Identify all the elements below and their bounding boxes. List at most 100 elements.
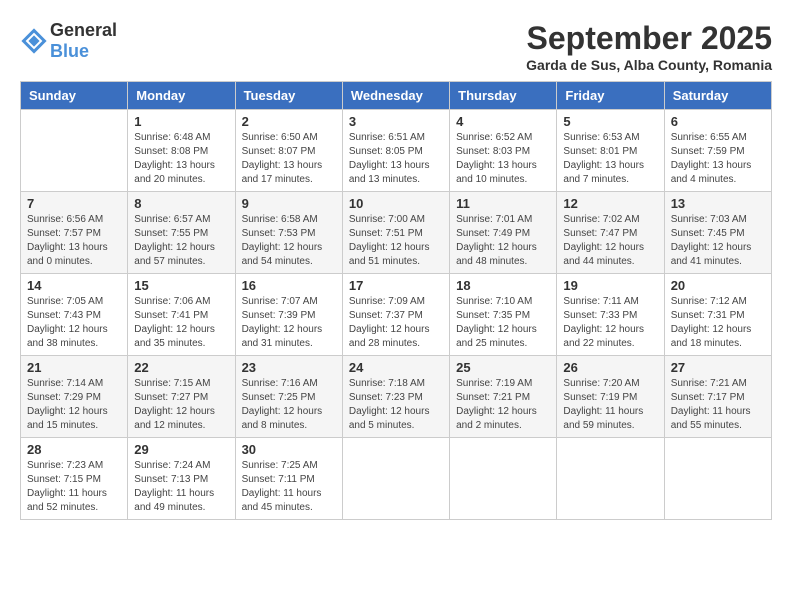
- day-info: Sunrise: 6:53 AMSunset: 8:01 PMDaylight:…: [563, 131, 657, 187]
- calendar-cell: 26 Sunrise: 7:20 AMSunset: 7:19 PMDayligh…: [557, 356, 664, 438]
- calendar-cell: 1 Sunrise: 6:48 AMSunset: 8:08 PMDaylight…: [128, 110, 235, 192]
- day-info: Sunrise: 7:18 AMSunset: 7:23 PMDaylight:…: [349, 377, 443, 433]
- day-number: 2: [242, 114, 336, 129]
- weekday-header-thursday: Thursday: [450, 82, 557, 110]
- day-number: 5: [563, 114, 657, 129]
- weekday-header-monday: Monday: [128, 82, 235, 110]
- day-number: 24: [349, 360, 443, 375]
- day-number: 3: [349, 114, 443, 129]
- logo: General Blue: [20, 20, 117, 62]
- day-info: Sunrise: 7:25 AMSunset: 7:11 PMDaylight:…: [242, 459, 336, 515]
- calendar-week-2: 7Sunrise: 6:56 AMSunset: 7:57 PMDaylight…: [21, 192, 772, 274]
- day-info: Sunrise: 6:57 AMSunset: 7:55 PMDaylight:…: [134, 213, 228, 269]
- calendar-header-row: SundayMondayTuesdayWednesdayThursdayFrid…: [21, 82, 772, 110]
- day-info: Sunrise: 6:48 AMSunset: 8:08 PMDaylight:…: [134, 131, 228, 187]
- calendar-cell: 16 Sunrise: 7:07 AMSunset: 7:39 PMDayligh…: [235, 274, 342, 356]
- calendar-cell: 10 Sunrise: 7:00 AMSunset: 7:51 PMDayligh…: [342, 192, 449, 274]
- day-info: Sunrise: 7:11 AMSunset: 7:33 PMDaylight:…: [563, 295, 657, 351]
- day-number: 21: [27, 360, 121, 375]
- day-info: Sunrise: 7:23 AMSunset: 7:15 PMDaylight:…: [27, 459, 121, 515]
- calendar-cell: [21, 110, 128, 192]
- calendar-cell: 4 Sunrise: 6:52 AMSunset: 8:03 PMDaylight…: [450, 110, 557, 192]
- day-number: 14: [27, 278, 121, 293]
- calendar-cell: 28 Sunrise: 7:23 AMSunset: 7:15 PMDayligh…: [21, 438, 128, 520]
- day-number: 16: [242, 278, 336, 293]
- day-info: Sunrise: 6:50 AMSunset: 8:07 PMDaylight:…: [242, 131, 336, 187]
- day-info: Sunrise: 7:05 AMSunset: 7:43 PMDaylight:…: [27, 295, 121, 351]
- day-info: Sunrise: 7:06 AMSunset: 7:41 PMDaylight:…: [134, 295, 228, 351]
- calendar-cell: 11 Sunrise: 7:01 AMSunset: 7:49 PMDayligh…: [450, 192, 557, 274]
- day-number: 25: [456, 360, 550, 375]
- day-number: 28: [27, 442, 121, 457]
- day-number: 12: [563, 196, 657, 211]
- calendar-cell: 27 Sunrise: 7:21 AMSunset: 7:17 PMDayligh…: [664, 356, 771, 438]
- calendar-week-5: 28 Sunrise: 7:23 AMSunset: 7:15 PMDayligh…: [21, 438, 772, 520]
- day-number: 23: [242, 360, 336, 375]
- day-info: Sunrise: 7:07 AMSunset: 7:39 PMDaylight:…: [242, 295, 336, 351]
- calendar-week-1: 1 Sunrise: 6:48 AMSunset: 8:08 PMDaylight…: [21, 110, 772, 192]
- calendar-cell: [557, 438, 664, 520]
- calendar-cell: 24 Sunrise: 7:18 AMSunset: 7:23 PMDayligh…: [342, 356, 449, 438]
- calendar-cell: 15 Sunrise: 7:06 AMSunset: 7:41 PMDayligh…: [128, 274, 235, 356]
- day-info: Sunrise: 6:55 AMSunset: 7:59 PMDaylight:…: [671, 131, 765, 187]
- weekday-header-friday: Friday: [557, 82, 664, 110]
- calendar-week-3: 14 Sunrise: 7:05 AMSunset: 7:43 PMDayligh…: [21, 274, 772, 356]
- calendar-cell: [450, 438, 557, 520]
- calendar-cell: 21 Sunrise: 7:14 AMSunset: 7:29 PMDayligh…: [21, 356, 128, 438]
- weekday-header-wednesday: Wednesday: [342, 82, 449, 110]
- weekday-header-tuesday: Tuesday: [235, 82, 342, 110]
- day-info: Sunrise: 6:56 AMSunset: 7:57 PMDaylight:…: [27, 213, 121, 269]
- day-info: Sunrise: 7:12 AMSunset: 7:31 PMDaylight:…: [671, 295, 765, 351]
- day-number: 30: [242, 442, 336, 457]
- day-info: Sunrise: 6:51 AMSunset: 8:05 PMDaylight:…: [349, 131, 443, 187]
- day-info: Sunrise: 7:00 AMSunset: 7:51 PMDaylight:…: [349, 213, 443, 269]
- day-info: Sunrise: 7:21 AMSunset: 7:17 PMDaylight:…: [671, 377, 765, 433]
- calendar-cell: 6 Sunrise: 6:55 AMSunset: 7:59 PMDaylight…: [664, 110, 771, 192]
- calendar-week-4: 21 Sunrise: 7:14 AMSunset: 7:29 PMDayligh…: [21, 356, 772, 438]
- day-number: 1: [134, 114, 228, 129]
- day-number: 11: [456, 196, 550, 211]
- calendar-cell: 5 Sunrise: 6:53 AMSunset: 8:01 PMDaylight…: [557, 110, 664, 192]
- day-number: 9: [242, 196, 336, 211]
- calendar-cell: 9 Sunrise: 6:58 AMSunset: 7:53 PMDaylight…: [235, 192, 342, 274]
- month-title: September 2025: [526, 20, 772, 57]
- day-info: Sunrise: 7:20 AMSunset: 7:19 PMDaylight:…: [563, 377, 657, 433]
- day-number: 6: [671, 114, 765, 129]
- day-number: 27: [671, 360, 765, 375]
- day-info: Sunrise: 7:09 AMSunset: 7:37 PMDaylight:…: [349, 295, 443, 351]
- day-info: Sunrise: 7:16 AMSunset: 7:25 PMDaylight:…: [242, 377, 336, 433]
- day-info: Sunrise: 7:15 AMSunset: 7:27 PMDaylight:…: [134, 377, 228, 433]
- calendar-cell: 14 Sunrise: 7:05 AMSunset: 7:43 PMDayligh…: [21, 274, 128, 356]
- day-number: 19: [563, 278, 657, 293]
- calendar-cell: 30 Sunrise: 7:25 AMSunset: 7:11 PMDayligh…: [235, 438, 342, 520]
- location-subtitle: Garda de Sus, Alba County, Romania: [526, 57, 772, 73]
- day-number: 10: [349, 196, 443, 211]
- day-number: 26: [563, 360, 657, 375]
- calendar-cell: 18Sunrise: 7:10 AMSunset: 7:35 PMDayligh…: [450, 274, 557, 356]
- day-number: 18: [456, 278, 550, 293]
- calendar-cell: 2 Sunrise: 6:50 AMSunset: 8:07 PMDaylight…: [235, 110, 342, 192]
- weekday-header-saturday: Saturday: [664, 82, 771, 110]
- calendar-cell: 12 Sunrise: 7:02 AMSunset: 7:47 PMDayligh…: [557, 192, 664, 274]
- logo-text: General Blue: [50, 20, 117, 62]
- day-number: 4: [456, 114, 550, 129]
- day-info: Sunrise: 7:24 AMSunset: 7:13 PMDaylight:…: [134, 459, 228, 515]
- calendar-cell: [664, 438, 771, 520]
- calendar-cell: 23 Sunrise: 7:16 AMSunset: 7:25 PMDayligh…: [235, 356, 342, 438]
- day-number: 15: [134, 278, 228, 293]
- day-info: Sunrise: 6:58 AMSunset: 7:53 PMDaylight:…: [242, 213, 336, 269]
- day-number: 13: [671, 196, 765, 211]
- day-number: 17: [349, 278, 443, 293]
- day-info: Sunrise: 6:52 AMSunset: 8:03 PMDaylight:…: [456, 131, 550, 187]
- day-info: Sunrise: 7:14 AMSunset: 7:29 PMDaylight:…: [27, 377, 121, 433]
- page-header: General Blue September 2025 Garda de Sus…: [20, 20, 772, 73]
- day-info: Sunrise: 7:01 AMSunset: 7:49 PMDaylight:…: [456, 213, 550, 269]
- day-info: Sunrise: 7:02 AMSunset: 7:47 PMDaylight:…: [563, 213, 657, 269]
- day-info: Sunrise: 7:03 AMSunset: 7:45 PMDaylight:…: [671, 213, 765, 269]
- calendar-cell: 20Sunrise: 7:12 AMSunset: 7:31 PMDayligh…: [664, 274, 771, 356]
- weekday-header-sunday: Sunday: [21, 82, 128, 110]
- calendar-cell: 7Sunrise: 6:56 AMSunset: 7:57 PMDaylight…: [21, 192, 128, 274]
- calendar-table: SundayMondayTuesdayWednesdayThursdayFrid…: [20, 81, 772, 520]
- calendar-cell: 17 Sunrise: 7:09 AMSunset: 7:37 PMDayligh…: [342, 274, 449, 356]
- calendar-cell: 19 Sunrise: 7:11 AMSunset: 7:33 PMDayligh…: [557, 274, 664, 356]
